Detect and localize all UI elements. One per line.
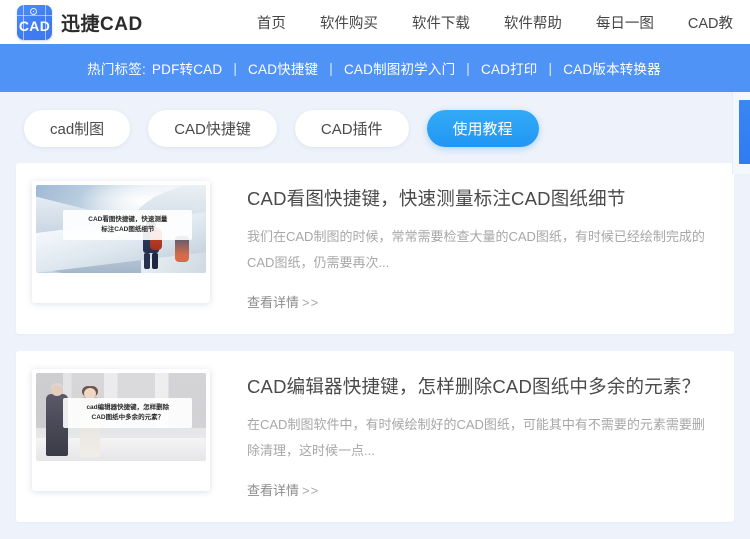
nav-item-home[interactable]: 首页	[240, 12, 303, 33]
hot-tag-shortcuts[interactable]: CAD快捷键	[246, 58, 320, 78]
hot-tag-beginner[interactable]: CAD制图初学入门	[342, 58, 457, 78]
article-body: CAD编辑器快捷键，怎样删除CAD图纸中多余的元素？ 在CAD制图软件中，有时候…	[210, 369, 718, 500]
thumbnail-caption-line-1: CAD看图快捷键，快速测量	[69, 215, 186, 225]
hot-tag-separator: |	[457, 61, 479, 76]
nav-item-cad-tutorial[interactable]: CAD教	[671, 12, 750, 33]
thumbnail-caption-overlay: cad编辑器快捷键，怎样删除 CAD图纸中多余的元素？	[63, 398, 192, 428]
page-root: CAD 迅捷CAD 首页 软件购买 软件下载 软件帮助 每日一图 CAD教 热门…	[0, 0, 750, 539]
nav-item-daily-image[interactable]: 每日一图	[579, 12, 671, 33]
thumbnail-caption-line-1: cad编辑器快捷键，怎样删除	[69, 403, 186, 413]
nav-item-help[interactable]: 软件帮助	[487, 12, 579, 33]
thumbnail-image-snow-mountain: CAD看图快捷键，快速测量 标注CAD图纸细节	[36, 185, 206, 273]
article-card[interactable]: CAD看图快捷键，快速测量 标注CAD图纸细节 CAD看图快捷键，快速测量标注C…	[16, 163, 734, 334]
thumbnail-image-business-crowd: cad编辑器快捷键，怎样删除 CAD图纸中多余的元素？	[36, 373, 206, 461]
hot-tags-label: 热门标签:	[87, 58, 146, 78]
climber-leg-left	[144, 253, 150, 269]
chevron-right-icon: >>	[302, 483, 319, 498]
hot-tag-separator: |	[320, 61, 342, 76]
article-title[interactable]: CAD编辑器快捷键，怎样删除CAD图纸中多余的元素？	[247, 373, 718, 399]
logo-guide-line-top	[17, 15, 52, 16]
filter-pill-tutorials[interactable]: 使用教程	[427, 110, 539, 147]
nav-item-purchase[interactable]: 软件购买	[303, 12, 395, 33]
filter-pill-cad-shortcuts[interactable]: CAD快捷键	[148, 110, 277, 147]
article-read-more-link[interactable]: 查看详情>>	[247, 480, 319, 499]
hot-tag-separator: |	[540, 61, 562, 76]
thumbnail-caption-line-2: CAD图纸中多余的元素？	[69, 413, 186, 423]
sidebar-widget-accent-bar	[739, 100, 750, 164]
chevron-right-icon: >>	[302, 295, 319, 310]
article-list: CAD看图快捷键，快速测量 标注CAD图纸细节 CAD看图快捷键，快速测量标注C…	[0, 163, 750, 522]
nav-item-download[interactable]: 软件下载	[395, 12, 487, 33]
sidebar-widget-sliver	[732, 92, 750, 174]
logo-node-icon	[30, 8, 37, 15]
filter-pill-cad-drawing[interactable]: cad制图	[24, 110, 130, 147]
climber-figure-secondary	[175, 236, 189, 262]
article-title[interactable]: CAD看图快捷键，快速测量标注CAD图纸细节	[247, 185, 718, 211]
article-body: CAD看图快捷键，快速测量标注CAD图纸细节 我们在CAD制图的时候，常常需要检…	[210, 181, 718, 312]
hot-tags-bar: 热门标签: PDF转CAD | CAD快捷键 | CAD制图初学入门 | CAD…	[0, 44, 750, 92]
hot-tag-version-converter[interactable]: CAD版本转换器	[561, 58, 663, 78]
hot-tag-print[interactable]: CAD打印	[479, 58, 540, 78]
hot-tag-pdf-to-cad[interactable]: PDF转CAD	[150, 58, 224, 78]
read-more-label: 查看详情	[247, 483, 299, 498]
hot-tag-separator: |	[224, 61, 246, 76]
article-description: 在CAD制图软件中，有时候绘制好的CAD图纸，可能其中有不需要的元素需要删除清理…	[247, 412, 717, 464]
thumbnail-caption-line-2: 标注CAD图纸细节	[69, 225, 186, 235]
main-nav: 首页 软件购买 软件下载 软件帮助 每日一图 CAD教	[240, 12, 750, 33]
brand-name: 迅捷CAD	[61, 9, 143, 36]
filter-pill-row: cad制图 CAD快捷键 CAD插件 使用教程	[0, 92, 750, 163]
climber-leg-right	[152, 253, 158, 269]
read-more-label: 查看详情	[247, 295, 299, 310]
site-header: CAD 迅捷CAD 首页 软件购买 软件下载 软件帮助 每日一图 CAD教	[0, 0, 750, 44]
article-thumbnail[interactable]: cad编辑器快捷键，怎样删除 CAD图纸中多余的元素？	[32, 369, 210, 491]
logo-cad-text: CAD	[17, 18, 52, 34]
brand-logo[interactable]: CAD 迅捷CAD	[17, 5, 143, 40]
article-card[interactable]: cad编辑器快捷键，怎样删除 CAD图纸中多余的元素？ CAD编辑器快捷键，怎样…	[16, 351, 734, 522]
filter-pill-cad-plugin[interactable]: CAD插件	[295, 110, 409, 147]
cad-logo-icon: CAD	[17, 5, 52, 40]
article-read-more-link[interactable]: 查看详情>>	[247, 292, 319, 311]
thumbnail-caption-overlay: CAD看图快捷键，快速测量 标注CAD图纸细节	[63, 210, 192, 240]
article-thumbnail[interactable]: CAD看图快捷键，快速测量 标注CAD图纸细节	[32, 181, 210, 303]
article-description: 我们在CAD制图的时候，常常需要检查大量的CAD图纸，有时候已经绘制完成的CAD…	[247, 224, 717, 276]
